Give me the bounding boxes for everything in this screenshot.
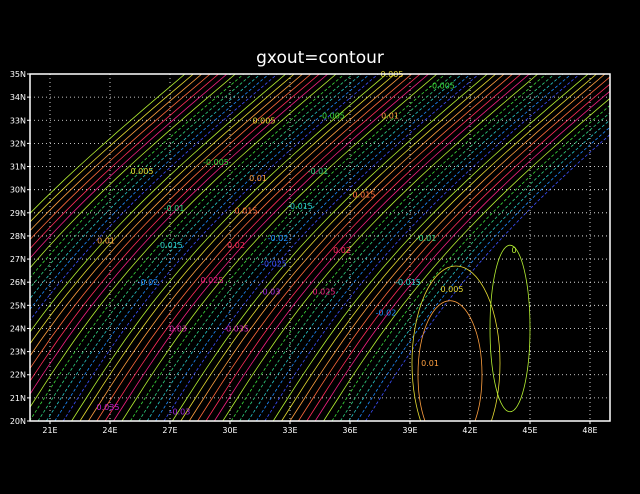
contour-line (96, 74, 413, 421)
contour-line (331, 104, 610, 421)
y-tick-label: 34N (10, 93, 26, 102)
contour-label: -0.02 (138, 278, 159, 287)
contour-label: 0.015 (235, 206, 258, 215)
x-tick-label: 21E (42, 426, 57, 435)
contour-line (272, 74, 589, 421)
contour-line (230, 74, 547, 421)
y-tick-label: 23N (10, 348, 26, 357)
x-axis-ticks: 21E 24E 27E 30E 33E 36E 39E 42E 45E 48E (42, 421, 598, 435)
contour-label: -0.015 (287, 202, 313, 211)
contour-line (365, 134, 610, 421)
contour-label: 0.02 (227, 241, 245, 250)
contour-label: -0.015 (395, 278, 421, 287)
contour-line (163, 74, 480, 421)
contour-line (281, 74, 597, 421)
contour-label: 0.02 (333, 246, 351, 255)
contour-line (306, 83, 610, 421)
x-tick-label: 33E (282, 426, 297, 435)
contour-label: -0.015 (157, 241, 183, 250)
contour-label: 0.005 (253, 116, 276, 125)
contour-label: 0.01 (249, 174, 267, 183)
contour-label: 0.03 (169, 324, 187, 333)
y-tick-label: 31N (10, 163, 26, 172)
contour-line (62, 74, 379, 421)
contour-label: -0.005 (429, 82, 455, 91)
contour-label: -0.03 (170, 408, 191, 417)
plot-frame (29, 73, 611, 422)
contour-line (54, 74, 371, 421)
y-tick-label: 29N (10, 209, 26, 218)
grid-lines (30, 74, 610, 421)
contour-label: 0 (511, 246, 516, 255)
x-tick-label: 24E (102, 426, 117, 435)
x-tick-label: 45E (522, 426, 537, 435)
x-tick-label: 36E (342, 426, 357, 435)
y-tick-label: 27N (10, 255, 26, 264)
contour-line (222, 74, 539, 421)
contour-label: -0.005 (203, 158, 229, 167)
contour-label: -0.035 (223, 324, 249, 333)
contour-line (30, 74, 303, 357)
contour-line (104, 74, 421, 421)
contour-line (239, 74, 555, 421)
y-axis-ticks: 20N 21N 22N 23N 24N 25N 26N 27N 28N 29N 30N 31N 32N 3… (10, 70, 30, 426)
contour-line (264, 74, 581, 421)
contour-label: 0.01 (381, 112, 399, 121)
contour-label: -0.005 (319, 112, 345, 121)
contour-line (155, 74, 471, 421)
x-tick-label: 42E (462, 426, 477, 435)
x-tick-label: 30E (222, 426, 237, 435)
y-tick-label: 28N (10, 232, 26, 241)
contour-line (172, 74, 488, 421)
y-tick-label: 32N (10, 139, 26, 148)
contour-label: 0.005 (441, 285, 464, 294)
contour-label: 0.005 (131, 167, 154, 176)
contour-line (138, 74, 455, 421)
y-tick-label: 30N (10, 186, 26, 195)
contour-line (340, 112, 610, 421)
y-tick-label: 26N (10, 278, 26, 287)
contour-label: 0.025 (313, 287, 336, 296)
y-tick-label: 25N (10, 301, 26, 310)
contour-line (323, 97, 610, 421)
contour-label: -0.01 (164, 204, 185, 213)
contour-chart: gxout=contour 0.005-0.005-0.005 0.010.005… (10, 48, 611, 435)
contour-line (314, 90, 610, 421)
y-tick-label: 20N (10, 417, 26, 426)
y-tick-label: 24N (10, 324, 26, 333)
contour-label: -0.01 (416, 234, 437, 243)
chart-title: gxout=contour (256, 48, 384, 68)
contour-label: 0.01 (421, 359, 439, 368)
y-tick-label: 21N (10, 394, 26, 403)
contour-label: -0.03 (260, 287, 281, 296)
contour-label: -0.02 (376, 308, 397, 317)
contour-line (205, 74, 522, 421)
contour-label: -0.025 (261, 260, 287, 269)
contour-line (256, 74, 572, 421)
contour-label: 0.015 (353, 190, 376, 199)
contour-label: 0.01 (97, 237, 115, 246)
contour-line (146, 74, 463, 421)
x-tick-label: 27E (162, 426, 177, 435)
y-tick-label: 35N (10, 70, 26, 79)
x-tick-label: 39E (402, 426, 417, 435)
contour-labels: 0.005 -0.005 -0.005 0.01 0.005 -0.005 -0.01 0.0… (97, 70, 517, 417)
contour-label: -0.01 (308, 167, 329, 176)
contour-line (30, 74, 345, 421)
contour-line (37, 74, 354, 421)
contour-line (46, 74, 362, 421)
y-tick-label: 33N (10, 116, 26, 125)
contour-line (30, 74, 219, 250)
contour-label: -0.02 (268, 234, 289, 243)
x-tick-label: 48E (582, 426, 597, 435)
contour-label: 0.025 (201, 276, 224, 285)
contour-line (88, 74, 404, 421)
y-tick-label: 22N (10, 371, 26, 380)
contour-label: 0.035 (97, 403, 120, 412)
